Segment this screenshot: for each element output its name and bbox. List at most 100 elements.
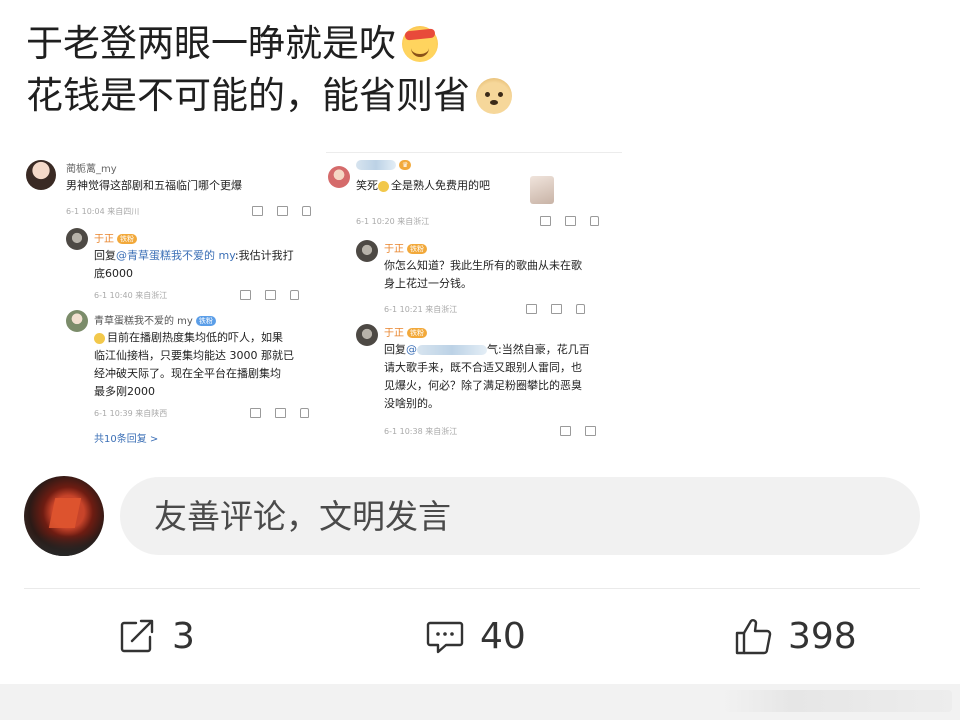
- reply-meta: 6-1 10:40 来自浙江: [94, 291, 168, 300]
- mention-link: @青草蛋糕我不爱的 my: [116, 249, 235, 262]
- blurred-mention: [417, 345, 487, 355]
- share-icon: [120, 619, 154, 653]
- fan-badge: 铁粉: [117, 234, 137, 244]
- comment-image-thumbnail: [530, 176, 554, 204]
- comment-username-blurred: ♛: [356, 160, 412, 171]
- laugh-emoji-icon: [378, 180, 389, 192]
- like-icon: [302, 206, 311, 216]
- post-image-right[interactable]: ♛ 笑死 全是熟人免费用的吧 6-1 10:20 来自浙江 于正 铁粉 你怎么知道？…: [326, 152, 622, 448]
- reply-username-text: 于正: [384, 328, 404, 339]
- comment-prefix: 笑死: [356, 179, 378, 192]
- comment-icon: [426, 621, 464, 654]
- reply-username-text: 于正: [384, 244, 404, 255]
- doge-emoji-icon: [476, 78, 512, 114]
- bottom-edge: [0, 684, 960, 720]
- comment-icon: [551, 304, 562, 314]
- reply-meta: 6-1 10:39 来自陕西: [94, 409, 168, 418]
- thumbs-up-icon: [735, 619, 772, 655]
- comment-actions: [252, 206, 311, 216]
- comment-meta: 6-1 10:20 来自浙江: [356, 217, 430, 226]
- avatar: [328, 166, 350, 188]
- reply-username: 于正 铁粉: [384, 240, 427, 255]
- like-icon: [300, 408, 309, 418]
- user-avatar[interactable]: [24, 476, 104, 556]
- comment-text: 笑死 全是熟人免费用的吧: [356, 176, 490, 196]
- fan-badge: 铁粉: [407, 328, 427, 338]
- reply-text-2: 身上花过一分钱。: [384, 277, 472, 290]
- reply-text: 回复@青草蛋糕我不爱的 my:我估计我打: [94, 246, 320, 266]
- share-icon: [240, 290, 251, 300]
- crown-badge-icon: ♛: [399, 160, 412, 170]
- post-line-1: 于老登两眼一睁就是吹: [26, 18, 926, 70]
- reply-actions: [240, 290, 299, 300]
- avatar: [26, 160, 56, 190]
- comment-text: 男神觉得这部剧和五福临门哪个更爆: [66, 179, 242, 192]
- reply-username-text: 青草蛋糕我不爱的 my: [94, 316, 193, 327]
- comment-body: 全是熟人免费用的吧: [391, 179, 490, 192]
- post-line-1-text: 于老登两眼一睁就是吹: [26, 22, 396, 65]
- reply-line-1: 目前在播剧热度集均低的吓人，如果: [107, 331, 283, 344]
- post-image-left[interactable]: 蔺栀蓠_my 男神觉得这部剧和五福临门哪个更爆 6-1 10:04 来自四川 于…: [22, 152, 322, 452]
- reply-text-2: 临江仙接档，只要集均能达 3000 那就已: [94, 349, 294, 362]
- reply-username: 于正 铁粉: [384, 324, 427, 339]
- like-icon: [576, 304, 585, 314]
- comment-count: 40: [480, 615, 526, 657]
- comment-icon: [585, 426, 596, 436]
- avatar: [66, 228, 88, 250]
- comment-icon: [275, 408, 286, 418]
- share-icon: [250, 408, 261, 418]
- reply-actions: [526, 304, 585, 314]
- share-icon: [252, 206, 263, 216]
- comment-icon: [265, 290, 276, 300]
- avatar: [356, 324, 378, 346]
- blurred-username: [356, 160, 396, 170]
- like-icon: [290, 290, 299, 300]
- reply-prefix: 回复: [384, 343, 406, 356]
- like-icon: [590, 216, 599, 226]
- reply-text-3: 见爆火，何必？除了满足粉圈攀比的恶臭: [384, 379, 582, 392]
- share-icon: [540, 216, 551, 226]
- reply-text-2: 请大歌手来，既不合适又跟别人雷同，也: [384, 361, 582, 374]
- reply-username: 青草蛋糕我不爱的 my 铁粉: [94, 312, 216, 327]
- like-count: 398: [788, 615, 857, 657]
- fan-badge: 铁粉: [195, 316, 216, 326]
- reply-meta: 6-1 10:38 来自浙江: [384, 427, 458, 436]
- mention-blurred: @: [406, 343, 487, 356]
- post-line-2-text: 花钱是不可能的，能省则省: [26, 74, 470, 117]
- share-icon: [560, 426, 571, 436]
- reply-text-1: 目前在播剧热度集均低的吓人，如果: [94, 328, 283, 348]
- reply-prefix: 回复: [94, 249, 116, 262]
- post-body: 于老登两眼一睁就是吹 花钱是不可能的，能省则省: [26, 18, 926, 122]
- reply-actions: [250, 408, 309, 418]
- divider: [24, 588, 920, 589]
- comment-username: 蔺栀蓠_my: [66, 164, 117, 175]
- share-icon: [526, 304, 537, 314]
- reply-text-1: 回复@ 气:当然自豪，花几百: [384, 340, 620, 360]
- comment-icon: [565, 216, 576, 226]
- comment-input[interactable]: [120, 477, 920, 555]
- reply-actions: [560, 426, 596, 436]
- comment-icon: [277, 206, 288, 216]
- repost-button[interactable]: 3: [116, 612, 195, 660]
- avatar: [66, 310, 88, 332]
- reply-text-1: 你怎么知道？我此生所有的歌曲从未在歌: [384, 259, 582, 272]
- reply-meta: 6-1 10:21 来自浙江: [384, 305, 458, 314]
- avatar: [356, 240, 378, 262]
- more-replies-link: 共10条回复 >: [94, 434, 159, 445]
- comment-button[interactable]: 40: [424, 612, 526, 660]
- repost-count: 3: [172, 615, 195, 657]
- reply-username: 于正 铁粉: [94, 230, 137, 245]
- post-line-2: 花钱是不可能的，能省则省: [26, 70, 926, 122]
- emoji-icon: [94, 332, 105, 344]
- reply-username-text: 于正: [94, 234, 114, 245]
- bandage-grin-emoji-icon: [402, 26, 438, 62]
- fan-badge: 铁粉: [407, 244, 427, 254]
- comment-actions: [540, 216, 599, 226]
- reply-text-4: 没啥别的。: [384, 397, 439, 410]
- reply-text-4: 最多刚2000: [94, 385, 155, 398]
- reply-text-2: 底6000: [94, 267, 133, 280]
- reply-line-1: 气:当然自豪，花几百: [487, 343, 590, 356]
- like-button[interactable]: 398: [732, 612, 857, 660]
- reply-text-1: :我估计我打: [234, 249, 294, 262]
- reply-text-3: 经冲破天际了。现在全平台在播剧集均: [94, 367, 281, 380]
